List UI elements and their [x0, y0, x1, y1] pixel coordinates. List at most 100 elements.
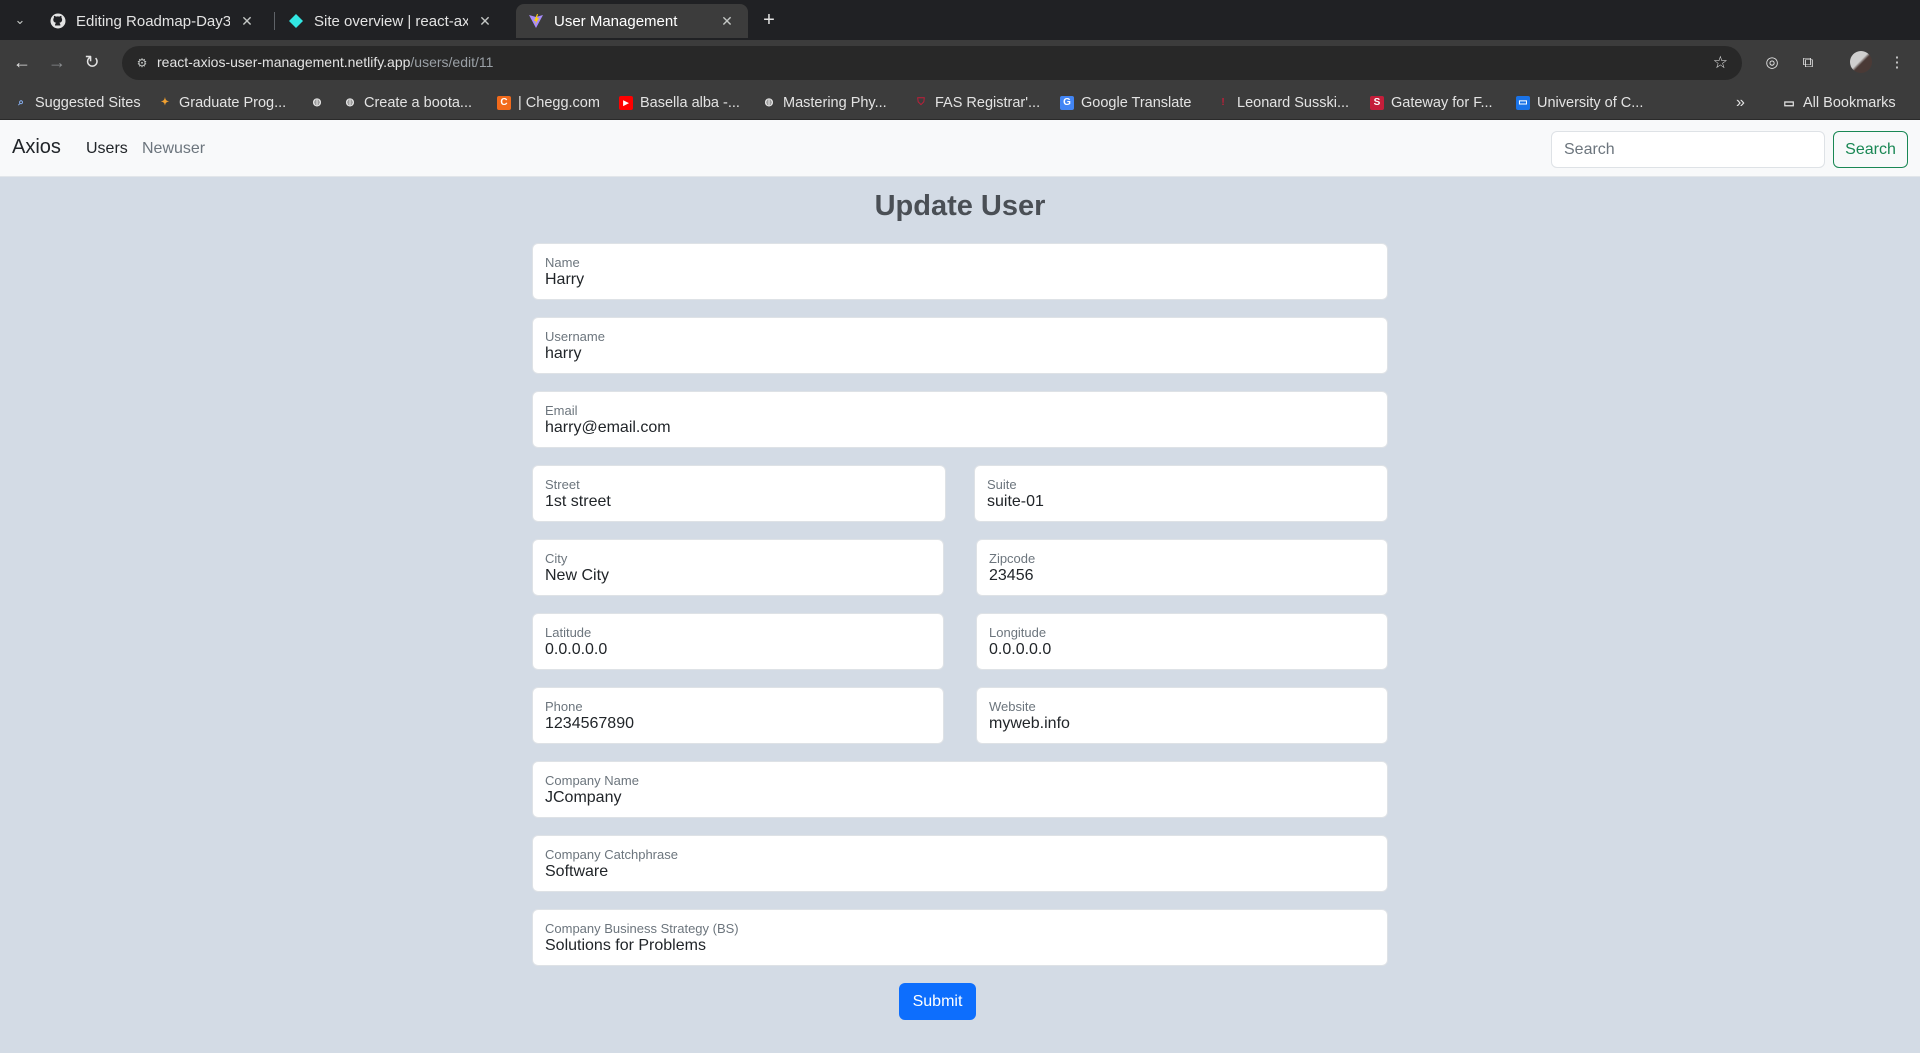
phone-input[interactable]	[545, 715, 931, 733]
globe-icon: ◍	[312, 97, 322, 108]
bookmark-item[interactable]: C | Chegg.com	[497, 85, 600, 120]
nav-link-users[interactable]: Users	[86, 140, 128, 158]
city-input[interactable]	[545, 567, 931, 585]
bookmark-label: University of C...	[1537, 94, 1644, 111]
bookmark-label: Leonard Susski...	[1237, 94, 1350, 111]
browser-tabstrip: ⌄ Editing Roadmap-Day31- ✕ Site overview…	[0, 0, 1920, 40]
phone-field[interactable]: Phone	[532, 687, 944, 744]
email-field[interactable]: Email	[532, 391, 1388, 448]
field-label: Name	[545, 255, 580, 270]
bookmarks-bar: ⌕ Suggested Sites ✦ Graduate Prog... ◍ ◍…	[0, 85, 1920, 120]
address-bar[interactable]: ⚙ react-axios-user-management.netlify.ap…	[122, 46, 1742, 80]
bookmark-label: Gateway for F...	[1391, 94, 1493, 111]
email-input[interactable]	[545, 419, 1375, 437]
submit-button[interactable]: Submit	[899, 983, 976, 1020]
tab-separator	[274, 12, 275, 30]
tab-title: Editing Roadmap-Day31-	[76, 12, 230, 30]
business-strategy-input[interactable]	[545, 937, 1375, 955]
page-title: Update User	[874, 190, 1046, 222]
zipcode-field[interactable]: Zipcode	[976, 539, 1388, 596]
field-label: Phone	[545, 699, 583, 714]
tab-user-management[interactable]: User Management ✕	[516, 4, 748, 38]
latitude-input[interactable]	[545, 641, 931, 659]
site-info-icon[interactable]: ⚙	[134, 55, 150, 71]
globe-icon: ◍	[764, 97, 774, 108]
profile-avatar[interactable]	[1850, 51, 1872, 73]
brand-logo[interactable]: Axios	[12, 136, 61, 159]
harvard-shield-icon: ⛉	[917, 97, 925, 108]
app-navbar: Axios Users Newuser Search	[0, 120, 1920, 177]
company-name-input[interactable]	[545, 789, 1375, 807]
field-label: Company Name	[545, 773, 639, 788]
nav-link-newuser[interactable]: Newuser	[142, 140, 205, 158]
field-label: Company Catchphrase	[545, 847, 678, 862]
extensions-puzzle-icon[interactable]: ⧉	[1796, 50, 1820, 74]
field-label: Longitude	[989, 625, 1047, 640]
url-path: /users/edit/11	[410, 54, 494, 70]
website-input[interactable]	[989, 715, 1375, 733]
chegg-icon: C	[497, 95, 511, 110]
latitude-field[interactable]: Latitude	[532, 613, 944, 670]
zipcode-input[interactable]	[989, 567, 1375, 585]
suite-input[interactable]	[987, 493, 1375, 511]
suite-field[interactable]: Suite	[974, 465, 1388, 522]
name-input[interactable]	[545, 271, 1375, 289]
longitude-field[interactable]: Longitude	[976, 613, 1388, 670]
tab-search-chevron-icon[interactable]: ⌄	[8, 8, 32, 32]
search-input[interactable]	[1551, 131, 1825, 168]
new-tab-plus-icon[interactable]: +	[757, 8, 781, 32]
stanford-icon: ǃ	[1221, 97, 1225, 108]
menu-kebab-icon[interactable]: ⋮	[1885, 50, 1909, 74]
back-arrow-icon[interactable]: ←	[10, 50, 34, 74]
search-button[interactable]: Search	[1833, 131, 1908, 168]
more-bookmarks-chevron-icon[interactable]: »	[1736, 85, 1745, 120]
username-input[interactable]	[545, 345, 1375, 363]
name-field[interactable]: Name	[532, 243, 1388, 300]
bookmark-item[interactable]: ◍ Create a boota...	[343, 85, 472, 120]
bookmark-item[interactable]: ǃ Leonard Susski...	[1216, 85, 1349, 120]
bookmark-item[interactable]: ◍ Mastering Phy...	[762, 85, 887, 120]
city-field[interactable]: City	[532, 539, 944, 596]
catchphrase-field[interactable]: Company Catchphrase	[532, 835, 1388, 892]
bookmark-item[interactable]: ⌕ Suggested Sites	[14, 85, 140, 120]
bookmark-item[interactable]: S Gateway for F...	[1370, 85, 1493, 120]
bookmark-item[interactable]: ▶ Basella alba -...	[619, 85, 740, 120]
forward-arrow-icon[interactable]: →	[45, 50, 69, 74]
tab-github[interactable]: Editing Roadmap-Day31- ✕	[38, 4, 268, 38]
bookmark-label: Graduate Prog...	[179, 94, 287, 111]
business-strategy-field[interactable]: Company Business Strategy (BS)	[532, 909, 1388, 966]
folder-icon: ▭	[1783, 95, 1795, 110]
bookmark-item[interactable]: ▭ University of C...	[1516, 85, 1643, 120]
github-icon	[50, 13, 66, 29]
catchphrase-input[interactable]	[545, 863, 1375, 881]
vite-icon	[528, 13, 544, 29]
field-label: Zipcode	[989, 551, 1036, 566]
field-label: Username	[545, 329, 605, 344]
reload-icon[interactable]: ↻	[80, 50, 104, 74]
close-tab-icon[interactable]: ✕	[238, 13, 256, 30]
bookmark-item[interactable]: ⛉ FAS Registrar'...	[914, 85, 1040, 120]
bookmark-label: | Chegg.com	[518, 94, 600, 111]
bookmark-star-icon[interactable]: ☆	[1713, 53, 1728, 73]
url-host: react-axios-user-management.netlify.app	[157, 54, 411, 70]
all-bookmarks[interactable]: ▭ All Bookmarks	[1782, 85, 1895, 120]
company-name-field[interactable]: Company Name	[532, 761, 1388, 818]
tab-netlify[interactable]: Site overview | react-axio ✕	[276, 4, 506, 38]
username-field[interactable]: Username	[532, 317, 1388, 374]
bookmark-item[interactable]: G Google Translate	[1060, 85, 1191, 120]
street-input[interactable]	[545, 493, 933, 511]
graduate-icon: ✦	[160, 97, 170, 108]
close-tab-icon[interactable]: ✕	[476, 13, 494, 30]
field-label: Street	[545, 477, 580, 492]
gateway-s-icon: S	[1370, 95, 1384, 110]
website-field[interactable]: Website	[976, 687, 1388, 744]
close-tab-icon[interactable]: ✕	[718, 13, 736, 30]
bookmark-item[interactable]: ◍	[310, 85, 331, 120]
bookmark-label: Google Translate	[1081, 94, 1192, 111]
bookmark-item[interactable]: ✦ Graduate Prog...	[158, 85, 286, 120]
street-field[interactable]: Street	[532, 465, 946, 522]
extension-target-icon[interactable]: ◎	[1760, 50, 1784, 74]
bookmark-label: Basella alba -...	[640, 94, 740, 111]
longitude-input[interactable]	[989, 641, 1375, 659]
bookmark-label: Mastering Phy...	[783, 94, 887, 111]
